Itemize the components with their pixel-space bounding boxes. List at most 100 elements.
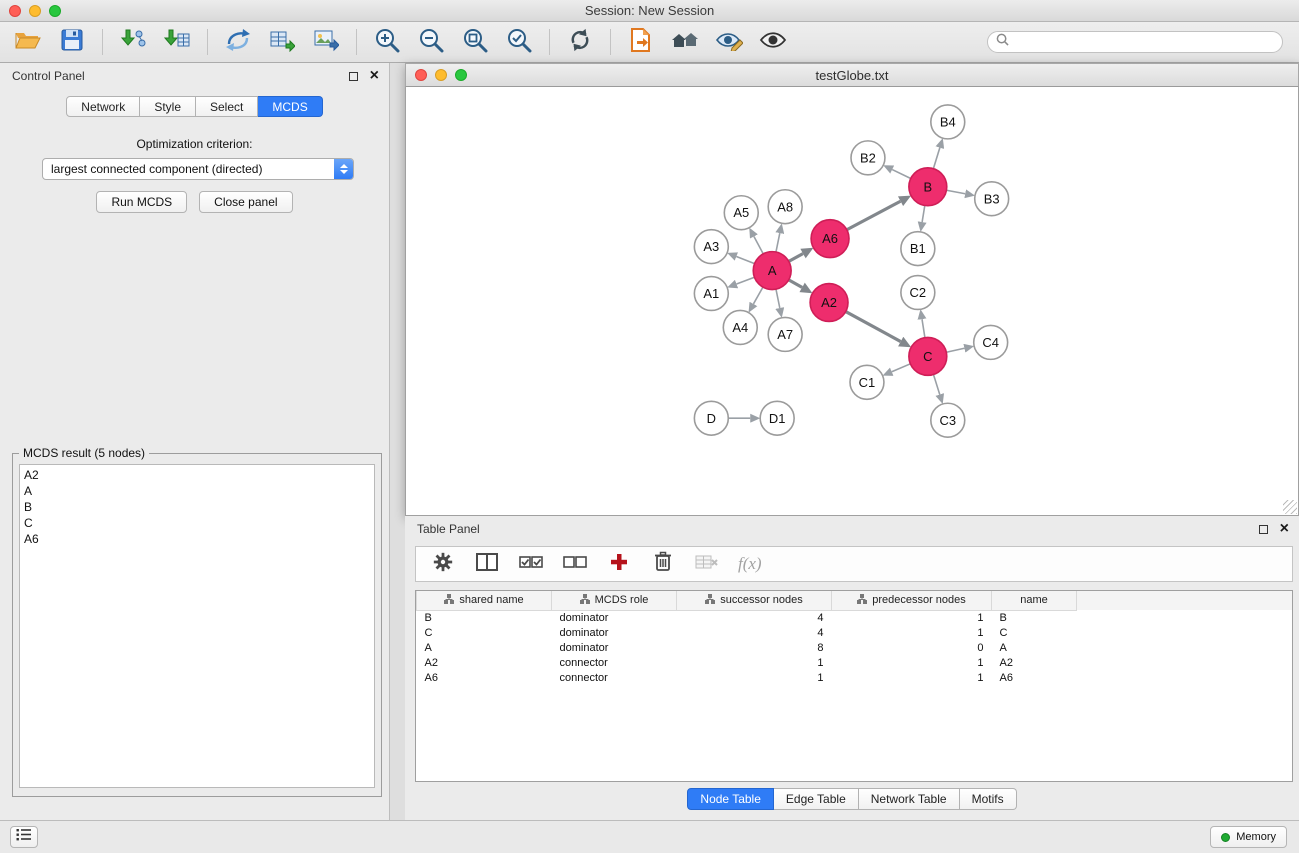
tab-network[interactable]: Network <box>66 96 140 117</box>
network-edge[interactable] <box>946 190 965 194</box>
network-node[interactable]: B3 <box>975 182 1009 216</box>
column-header-predecessor-nodes[interactable]: predecessor nodes <box>832 591 992 610</box>
network-node[interactable]: D1 <box>760 401 794 435</box>
column-header-shared-name[interactable]: shared name <box>417 591 552 610</box>
node-table[interactable]: shared name MCDS role successor nodes pr… <box>415 590 1293 782</box>
float-table-panel-icon[interactable] <box>1259 525 1268 534</box>
table-cell[interactable]: C <box>417 625 552 640</box>
search-input[interactable] <box>1009 35 1282 49</box>
clone-network-button[interactable] <box>220 26 256 58</box>
tab-style[interactable]: Style <box>140 96 196 117</box>
network-edge[interactable] <box>922 319 925 338</box>
mcds-result-item[interactable]: A6 <box>24 531 370 547</box>
network-edge[interactable] <box>922 205 925 222</box>
table-cell[interactable]: B <box>992 610 1077 625</box>
table-cell[interactable]: connector <box>552 655 677 670</box>
window-resize-grip[interactable] <box>1283 500 1297 514</box>
network-edge[interactable] <box>789 280 802 288</box>
table-cell[interactable]: 4 <box>677 625 832 640</box>
zoom-out-button[interactable] <box>413 26 449 58</box>
search-field[interactable] <box>987 31 1283 53</box>
table-row[interactable]: Cdominator41C <box>417 625 1293 640</box>
graphics-details-button[interactable] <box>755 26 791 58</box>
column-header-name[interactable]: name <box>992 591 1077 610</box>
network-edge[interactable] <box>789 254 803 262</box>
delete-table-button[interactable] <box>694 551 720 577</box>
zoom-fit-button[interactable] <box>457 26 493 58</box>
network-node-mcds[interactable]: A6 <box>811 220 849 258</box>
run-mcds-button[interactable]: Run MCDS <box>96 191 187 213</box>
mcds-result-list[interactable]: A2ABCA6 <box>19 464 375 788</box>
network-node[interactable]: C2 <box>901 276 935 310</box>
network-home-button[interactable] <box>667 26 703 58</box>
table-cell[interactable]: 1 <box>832 625 992 640</box>
table-cell[interactable]: A6 <box>992 670 1077 685</box>
network-graph[interactable]: B4B2BB3A5A8A6B1A3AC2A1A2A4A7C4CC1C3DD1 <box>406 87 1298 515</box>
tab-mcds[interactable]: MCDS <box>258 96 322 117</box>
float-panel-icon[interactable] <box>349 72 358 81</box>
table-settings-button[interactable] <box>430 551 456 577</box>
close-table-panel-icon[interactable]: × <box>1280 524 1289 534</box>
network-edge[interactable] <box>892 364 911 372</box>
table-cell[interactable]: 1 <box>832 655 992 670</box>
network-node[interactable]: C1 <box>850 365 884 399</box>
network-edge[interactable] <box>737 277 755 284</box>
network-node-mcds[interactable]: A2 <box>810 284 848 322</box>
table-cell[interactable]: 1 <box>832 610 992 625</box>
network-node[interactable]: B2 <box>851 141 885 175</box>
network-node[interactable]: A4 <box>723 310 757 344</box>
network-edge[interactable] <box>946 348 964 352</box>
close-panel-icon[interactable]: × <box>370 71 379 81</box>
tab-motifs[interactable]: Motifs <box>960 788 1017 810</box>
table-cell[interactable]: dominator <box>552 640 677 655</box>
curation-document-button[interactable] <box>623 26 659 58</box>
select-all-button[interactable] <box>518 551 544 577</box>
network-node[interactable]: A5 <box>724 196 758 230</box>
mcds-result-item[interactable]: B <box>24 499 370 515</box>
tab-select[interactable]: Select <box>196 96 258 117</box>
table-cell[interactable]: A <box>417 640 552 655</box>
table-cell[interactable]: 1 <box>677 655 832 670</box>
mcds-result-item[interactable]: A <box>24 483 370 499</box>
annotation-edit-button[interactable] <box>711 26 747 58</box>
table-cell[interactable]: dominator <box>552 610 677 625</box>
table-cell[interactable]: dominator <box>552 625 677 640</box>
export-table-button[interactable] <box>264 26 300 58</box>
tab-edge-table[interactable]: Edge Table <box>774 788 859 810</box>
table-cell[interactable]: 4 <box>677 610 832 625</box>
table-row[interactable]: Bdominator41B <box>417 610 1293 625</box>
optimization-criterion-dropdown[interactable]: largest connected component (directed) <box>42 158 354 180</box>
network-node[interactable]: A1 <box>694 277 728 311</box>
table-cell[interactable]: C <box>992 625 1077 640</box>
table-cell[interactable]: connector <box>552 670 677 685</box>
tab-node-table[interactable]: Node Table <box>687 788 774 810</box>
network-node[interactable]: B4 <box>931 105 965 139</box>
save-session-button[interactable] <box>54 26 90 58</box>
show-columns-button[interactable] <box>474 551 500 577</box>
network-node[interactable]: A3 <box>694 230 728 264</box>
table-cell[interactable]: A2 <box>417 655 552 670</box>
table-row[interactable]: A6connector11A6 <box>417 670 1293 685</box>
table-cell[interactable]: 8 <box>677 640 832 655</box>
export-image-button[interactable] <box>308 26 344 58</box>
network-edge[interactable] <box>847 201 901 229</box>
tab-network-table[interactable]: Network Table <box>859 788 960 810</box>
apply-layout-button[interactable] <box>562 26 598 58</box>
function-builder-button[interactable]: f(x) <box>738 554 762 574</box>
network-node-mcds[interactable]: C <box>909 337 947 375</box>
table-cell[interactable]: B <box>417 610 552 625</box>
table-cell[interactable]: 0 <box>832 640 992 655</box>
network-edge[interactable] <box>776 233 780 252</box>
import-network-button[interactable] <box>115 26 151 58</box>
table-cell[interactable]: A6 <box>417 670 552 685</box>
network-edge[interactable] <box>754 236 763 253</box>
network-node-mcds[interactable]: B <box>909 168 947 206</box>
network-canvas[interactable]: B4B2BB3A5A8A6B1A3AC2A1A2A4A7C4CC1C3DD1 <box>405 87 1299 516</box>
network-edge[interactable] <box>846 312 901 342</box>
memory-button[interactable]: Memory <box>1210 826 1287 848</box>
network-edge[interactable] <box>933 374 939 394</box>
task-history-button[interactable] <box>10 826 38 848</box>
import-table-button[interactable] <box>159 26 195 58</box>
network-edge[interactable] <box>776 289 780 308</box>
table-row[interactable]: A2connector11A2 <box>417 655 1293 670</box>
